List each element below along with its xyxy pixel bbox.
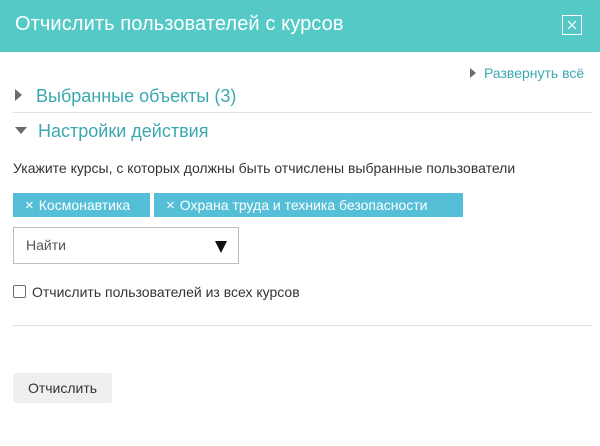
- triangle-right-icon: [470, 68, 476, 78]
- course-tag-label: Космонавтика: [38, 197, 131, 213]
- dialog-title: Отчислить пользователей с курсов: [15, 13, 344, 35]
- close-button[interactable]: [562, 15, 582, 35]
- section-selected-objects-label: Выбранные объекты (3): [36, 86, 237, 106]
- divider: [13, 325, 592, 326]
- section-selected-objects[interactable]: Выбранные объекты (3): [15, 86, 236, 107]
- dialog-header: Отчислить пользователей с курсов: [0, 0, 600, 52]
- courses-instructions: Укажите курсы, с которых должны быть отч…: [13, 160, 516, 176]
- unenrol-all-option[interactable]: Отчислить пользователей из всех курсов: [13, 284, 300, 300]
- triangle-right-icon: [15, 89, 22, 101]
- course-tag-safety[interactable]: × Охрана труда и техника безопасности: [154, 193, 463, 217]
- remove-icon: ×: [25, 197, 34, 214]
- section-action-settings[interactable]: Настройки действия: [15, 121, 208, 142]
- dropdown-arrow-icon: [215, 241, 227, 253]
- remove-icon: ×: [166, 197, 175, 214]
- divider: [13, 112, 592, 113]
- expand-all-link[interactable]: Развернуть всё: [470, 65, 584, 81]
- triangle-down-icon: [15, 127, 27, 134]
- course-tag-label: Охрана труда и техника безопасности: [179, 197, 428, 213]
- expand-all-label: Развернуть всё: [484, 65, 585, 81]
- unenrol-all-checkbox[interactable]: [13, 285, 26, 298]
- search-placeholder: Найти: [26, 237, 66, 253]
- unenrol-all-label[interactable]: Отчислить пользователей из всех курсов: [32, 284, 300, 300]
- section-action-settings-label: Настройки действия: [38, 121, 209, 141]
- close-icon: [567, 20, 577, 30]
- unenrol-button[interactable]: Отчислить: [13, 373, 112, 403]
- course-tag-cosmonautics[interactable]: × Космонавтика: [13, 193, 150, 217]
- unenrol-dialog: Отчислить пользователей с курсов Разверн…: [0, 0, 600, 446]
- course-search-select[interactable]: Найти: [13, 227, 239, 264]
